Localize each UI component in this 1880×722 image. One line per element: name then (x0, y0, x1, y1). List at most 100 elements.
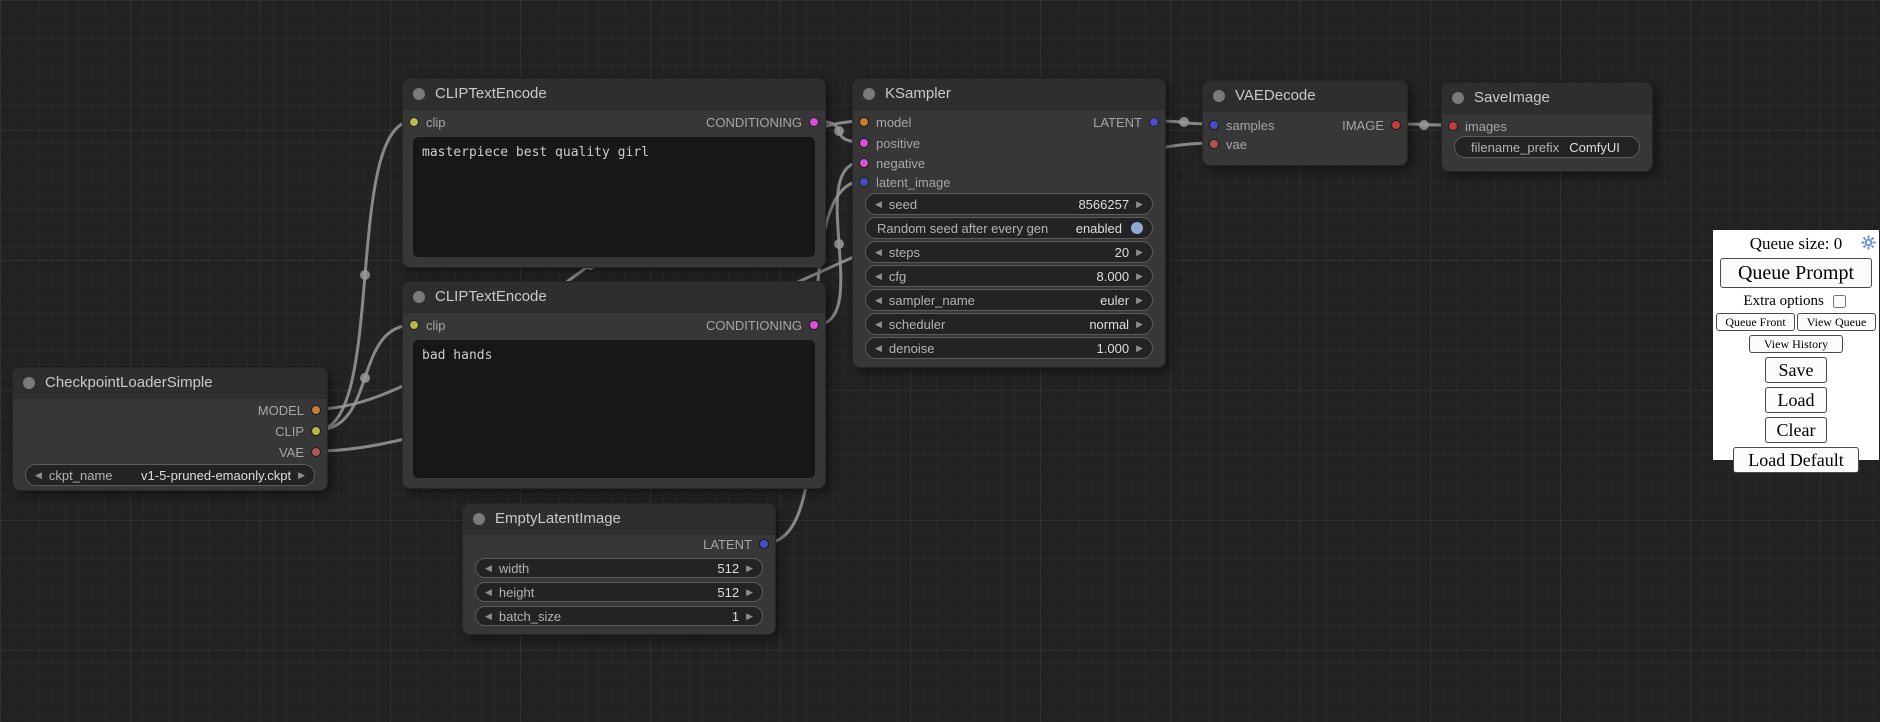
right-arrow-icon[interactable]: ▶ (1136, 296, 1143, 305)
output-slot-conditioning[interactable]: CONDITIONING (706, 112, 819, 132)
left-arrow-icon[interactable]: ◀ (35, 471, 42, 480)
node-ksampler[interactable]: KSampler model LATENT positive negative … (852, 78, 1166, 368)
right-arrow-icon[interactable]: ▶ (746, 564, 753, 573)
widget-height[interactable]: ◀ height 512 ▶ (475, 582, 763, 602)
input-slot-positive[interactable]: positive (859, 133, 920, 153)
collapse-dot-icon[interactable] (473, 513, 485, 525)
widget-ckpt-name[interactable]: ◀ ckpt_name v1-5-pruned-emaonly.ckpt ▶ (25, 464, 315, 486)
collapse-dot-icon[interactable] (413, 291, 425, 303)
collapse-dot-icon[interactable] (1452, 92, 1464, 104)
clip-port-icon[interactable] (409, 117, 419, 127)
right-arrow-icon[interactable]: ▶ (1136, 248, 1143, 257)
image-port-icon[interactable] (1391, 120, 1401, 130)
settings-gear-icon[interactable] (1861, 235, 1876, 250)
extra-options-checkbox[interactable] (1833, 295, 1846, 308)
node-title-bar[interactable]: CheckpointLoaderSimple (13, 368, 327, 399)
prompt-textarea[interactable]: bad hands (413, 340, 815, 478)
collapse-dot-icon[interactable] (1213, 90, 1225, 102)
left-arrow-icon[interactable]: ◀ (875, 200, 882, 209)
collapse-dot-icon[interactable] (413, 88, 425, 100)
input-slot-negative[interactable]: negative (859, 153, 925, 173)
output-slot-clip[interactable]: CLIP (275, 421, 321, 441)
output-slot-latent[interactable]: LATENT (703, 534, 769, 554)
widget-width[interactable]: ◀ width 512 ▶ (475, 558, 763, 578)
left-arrow-icon[interactable]: ◀ (875, 344, 882, 353)
toggle-dot-icon[interactable] (1131, 222, 1143, 234)
clear-button[interactable]: Clear (1765, 417, 1827, 443)
input-slot-clip[interactable]: clip (409, 315, 446, 335)
left-arrow-icon[interactable]: ◀ (875, 320, 882, 329)
output-slot-model[interactable]: MODEL (258, 400, 321, 420)
widget-cfg[interactable]: ◀ cfg 8.000 ▶ (865, 265, 1153, 287)
widget-seed[interactable]: ◀ seed 8566257 ▶ (865, 193, 1153, 215)
view-history-button[interactable]: View History (1749, 335, 1843, 353)
left-arrow-icon[interactable]: ◀ (875, 248, 882, 257)
latent-port-icon[interactable] (1149, 117, 1159, 127)
right-arrow-icon[interactable]: ▶ (1136, 272, 1143, 281)
conditioning-port-icon[interactable] (859, 158, 869, 168)
model-port-icon[interactable] (859, 117, 869, 127)
latent-port-icon[interactable] (859, 177, 869, 187)
node-vae-decode[interactable]: VAEDecode samples IMAGE vae (1202, 80, 1408, 166)
conditioning-port-icon[interactable] (809, 320, 819, 330)
left-arrow-icon[interactable]: ◀ (485, 612, 492, 621)
right-arrow-icon[interactable]: ▶ (1136, 320, 1143, 329)
widget-denoise[interactable]: ◀ denoise 1.000 ▶ (865, 337, 1153, 359)
widget-filename-prefix[interactable]: filename_prefix ComfyUI (1454, 136, 1640, 158)
widget-sampler-name[interactable]: ◀ sampler_name euler ▶ (865, 289, 1153, 311)
save-button[interactable]: Save (1765, 357, 1827, 383)
right-arrow-icon[interactable]: ▶ (746, 588, 753, 597)
right-arrow-icon[interactable]: ▶ (1136, 344, 1143, 353)
load-button[interactable]: Load (1765, 387, 1827, 413)
prompt-textarea[interactable]: masterpiece best quality girl (413, 137, 815, 257)
input-slot-latent-image[interactable]: latent_image (859, 172, 950, 192)
widget-batch-size[interactable]: ◀ batch_size 1 ▶ (475, 606, 763, 626)
output-slot-conditioning[interactable]: CONDITIONING (706, 315, 819, 335)
output-slot-latent[interactable]: LATENT (1093, 112, 1159, 132)
left-arrow-icon[interactable]: ◀ (485, 564, 492, 573)
clip-port-icon[interactable] (409, 320, 419, 330)
node-save-image[interactable]: SaveImage images filename_prefix ComfyUI (1441, 82, 1653, 172)
node-title-bar[interactable]: EmptyLatentImage (463, 504, 775, 535)
output-slot-image[interactable]: IMAGE (1342, 115, 1401, 135)
node-title-bar[interactable]: CLIPTextEncode (403, 282, 825, 313)
input-slot-images[interactable]: images (1448, 116, 1507, 136)
node-empty-latent-image[interactable]: EmptyLatentImage LATENT ◀ width 512 ▶ ◀ … (462, 503, 776, 635)
node-title-bar[interactable]: SaveImage (1442, 83, 1652, 114)
widget-steps[interactable]: ◀ steps 20 ▶ (865, 241, 1153, 263)
right-arrow-icon[interactable]: ▶ (298, 471, 305, 480)
collapse-dot-icon[interactable] (23, 377, 35, 389)
queue-front-button[interactable]: Queue Front (1716, 313, 1795, 331)
node-title-bar[interactable]: CLIPTextEncode (403, 79, 825, 110)
node-title-bar[interactable]: KSampler (853, 79, 1165, 110)
view-queue-button[interactable]: View Queue (1797, 313, 1876, 331)
latent-port-icon[interactable] (1209, 120, 1219, 130)
vae-port-icon[interactable] (311, 447, 321, 457)
load-default-button[interactable]: Load Default (1733, 447, 1859, 473)
left-arrow-icon[interactable]: ◀ (485, 588, 492, 597)
node-clip-text-encode-negative[interactable]: CLIPTextEncode clip CONDITIONING bad han… (402, 281, 826, 489)
input-slot-vae[interactable]: vae (1209, 134, 1247, 154)
latent-port-icon[interactable] (759, 539, 769, 549)
right-arrow-icon[interactable]: ▶ (746, 612, 753, 621)
node-checkpoint-loader-simple[interactable]: CheckpointLoaderSimple MODEL CLIP VAE ◀ … (12, 367, 328, 491)
queue-prompt-button[interactable]: Queue Prompt (1720, 258, 1872, 288)
left-arrow-icon[interactable]: ◀ (875, 296, 882, 305)
clip-port-icon[interactable] (311, 426, 321, 436)
node-title-bar[interactable]: VAEDecode (1203, 81, 1407, 112)
conditioning-port-icon[interactable] (809, 117, 819, 127)
vae-port-icon[interactable] (1209, 139, 1219, 149)
node-clip-text-encode-positive[interactable]: CLIPTextEncode clip CONDITIONING masterp… (402, 78, 826, 268)
image-port-icon[interactable] (1448, 121, 1458, 131)
input-slot-model[interactable]: model (859, 112, 911, 132)
output-slot-vae[interactable]: VAE (279, 442, 321, 462)
input-slot-clip[interactable]: clip (409, 112, 446, 132)
left-arrow-icon[interactable]: ◀ (875, 272, 882, 281)
right-arrow-icon[interactable]: ▶ (1136, 200, 1143, 209)
model-port-icon[interactable] (311, 405, 321, 415)
input-slot-samples[interactable]: samples (1209, 115, 1274, 135)
widget-scheduler[interactable]: ◀ scheduler normal ▶ (865, 313, 1153, 335)
conditioning-port-icon[interactable] (859, 138, 869, 148)
collapse-dot-icon[interactable] (863, 88, 875, 100)
widget-random-seed-toggle[interactable]: Random seed after every gen enabled (865, 217, 1153, 239)
